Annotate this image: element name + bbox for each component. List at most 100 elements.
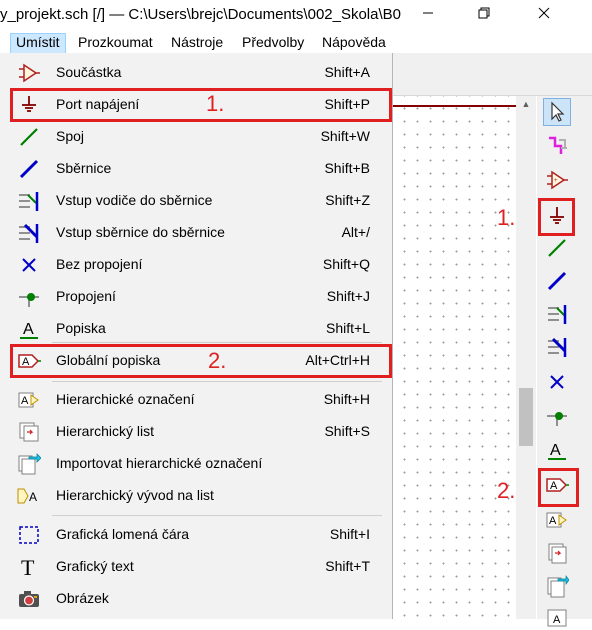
bus-to-bus-icon[interactable]	[543, 333, 571, 361]
menu-item-wire-to-bus[interactable]: Vstup vodiče do sběrnice Shift+Z	[0, 185, 392, 217]
menu-tools[interactable]: Nástroje	[166, 33, 228, 52]
menu-item-shortcut: Shift+I	[329, 526, 370, 542]
menu-item-label: Součástka	[56, 64, 122, 80]
menu-item-label: Grafická lomená čára	[56, 526, 190, 542]
toolbar-highlight-2	[538, 468, 579, 507]
menu-inspect[interactable]: Prozkoumat	[73, 33, 158, 52]
menu-item-shortcut: Shift+W	[320, 128, 370, 144]
menu-item-symbol[interactable]: Součástka Shift+A	[0, 57, 392, 89]
hier-label-icon[interactable]: A	[543, 506, 571, 534]
label-icon: A	[17, 318, 41, 340]
svg-text:A: A	[23, 321, 34, 338]
menu-item-label: Hierarchické označení	[56, 391, 195, 407]
symbol-icon	[17, 62, 41, 84]
bus-icon[interactable]	[543, 267, 571, 295]
menu-help[interactable]: Nápověda	[317, 33, 391, 52]
menu-item-shortcut: Alt+/	[341, 224, 370, 240]
menu-item-shortcut: Shift+J	[326, 288, 370, 304]
top-toolbar	[392, 53, 592, 96]
no-connect-icon[interactable]	[543, 368, 571, 396]
menu-item-shortcut: Shift+A	[324, 64, 370, 80]
svg-text:A: A	[549, 515, 557, 527]
menu-item-label: Vstup sběrnice do sběrnice	[56, 224, 225, 240]
vertical-scrollbar[interactable]: ▲	[516, 96, 536, 619]
toolbar-marker-2: 2.	[497, 478, 516, 503]
title-bar: y_projekt.sch [/] — C:\Users\brejc\Docum…	[0, 0, 592, 31]
menu-bar: Umístit Prozkoumat Nástroje Předvolby Ná…	[0, 31, 400, 54]
svg-text:A: A	[29, 490, 37, 504]
hier-navigate-icon[interactable]	[543, 132, 571, 160]
symbol-icon[interactable]: +	[543, 166, 571, 194]
svg-text:+: +	[554, 178, 558, 184]
menu-item-label: Hierarchický vývod na list	[56, 487, 214, 503]
menu-item-bus-to-bus[interactable]: Vstup sběrnice do sběrnice Alt+/	[0, 217, 392, 249]
wire-to-bus-icon[interactable]	[543, 300, 571, 328]
menu-item-label: Vstup vodiče do sběrnice	[56, 192, 213, 208]
graphic-polyline-icon	[17, 524, 41, 546]
junction-icon[interactable]	[543, 402, 571, 430]
bus-to-bus-icon	[17, 222, 41, 244]
menu-item-sheet-pin[interactable]: A Hierarchický vývod na list	[0, 480, 392, 512]
sheet-pin-icon: A	[17, 485, 41, 507]
menu-preferences[interactable]: Předvolby	[237, 33, 309, 52]
toolbar-marker-1: 1.	[497, 205, 516, 230]
window-title: y_projekt.sch [/] — C:\Users\brejc\Docum…	[0, 6, 402, 23]
menu-item-junction[interactable]: Propojení Shift+J	[0, 281, 392, 313]
junction-icon	[17, 286, 41, 308]
minimize-icon[interactable]	[416, 4, 440, 26]
right-toolbar: + A A A A	[537, 96, 592, 627]
menu-item-bus[interactable]: Sběrnice Shift+B	[0, 153, 392, 185]
menu-item-shortcut: Shift+T	[325, 558, 370, 574]
svg-text:A: A	[553, 614, 561, 626]
sheet-pin-icon[interactable]: A	[543, 602, 571, 630]
wire-icon	[17, 126, 41, 148]
menu-marker-1: 1.	[206, 91, 225, 116]
hier-label-icon: A	[17, 389, 41, 411]
place-menu-dropdown: Součástka Shift+A Port napájení Shift+P …	[0, 53, 393, 619]
menu-item-hier-label[interactable]: A Hierarchické označení Shift+H	[0, 384, 392, 416]
menu-item-graphic-text[interactable]: T Grafický text Shift+T	[0, 551, 392, 583]
schematic-canvas[interactable]	[392, 96, 516, 619]
menu-item-label[interactable]: A Popiska Shift+L	[0, 313, 392, 345]
select-icon[interactable]	[543, 98, 571, 126]
menu-item-shortcut: Shift+Z	[325, 192, 370, 208]
menu-place[interactable]: Umístit	[10, 33, 66, 54]
hier-sheet-icon[interactable]	[543, 539, 571, 567]
power-wire	[392, 105, 516, 107]
menu-item-label: Bez propojení	[56, 256, 143, 272]
restore-icon[interactable]	[472, 4, 496, 26]
menu-item-hier-sheet[interactable]: Hierarchický list Shift+S	[0, 416, 392, 448]
label-icon[interactable]: A	[543, 436, 571, 464]
menu-item-label: Obrázek	[56, 590, 109, 606]
menu-item-graphic-polyline[interactable]: Grafická lomená čára Shift+I	[0, 519, 392, 551]
menu-item-label: Sběrnice	[56, 160, 112, 176]
scroll-up-icon[interactable]: ▲	[516, 96, 536, 113]
menu-item-shortcut: Shift+B	[324, 160, 370, 176]
menu-item-label: Hierarchický list	[56, 423, 155, 439]
import-hier-label-icon	[17, 453, 41, 475]
menu-item-shortcut: Shift+S	[324, 423, 370, 439]
wire-to-bus-icon	[17, 190, 41, 212]
hier-sheet-icon	[17, 421, 41, 443]
menu-item-label: Grafický text	[56, 558, 134, 574]
menu-item-shortcut: Shift+L	[326, 320, 370, 336]
wire-icon[interactable]	[543, 234, 571, 262]
menu-separator	[52, 515, 382, 516]
menu-item-image[interactable]: Obrázek	[0, 583, 392, 615]
import-hier-label-icon[interactable]	[543, 572, 571, 600]
menu-item-no-connect[interactable]: Bez propojení Shift+Q	[0, 249, 392, 281]
svg-text:A: A	[550, 442, 561, 459]
menu-item-shortcut: Shift+H	[323, 391, 370, 407]
menu-item-import-hier-label[interactable]: Importovat hierarchické označení	[0, 448, 392, 480]
no-connect-icon	[17, 254, 41, 276]
menu-item-label: Propojení	[56, 288, 116, 304]
close-icon[interactable]	[532, 4, 556, 26]
menu-item-label: Spoj	[56, 128, 85, 144]
menu-item-wire[interactable]: Spoj Shift+W	[0, 121, 392, 153]
scroll-thumb[interactable]	[519, 388, 533, 446]
menu-item-label-text: Popiska	[56, 320, 106, 336]
menu-marker-2: 2.	[208, 348, 227, 373]
menu-highlight-1	[10, 88, 392, 122]
graphic-text-icon: T	[17, 556, 41, 578]
svg-text:A: A	[21, 395, 29, 407]
